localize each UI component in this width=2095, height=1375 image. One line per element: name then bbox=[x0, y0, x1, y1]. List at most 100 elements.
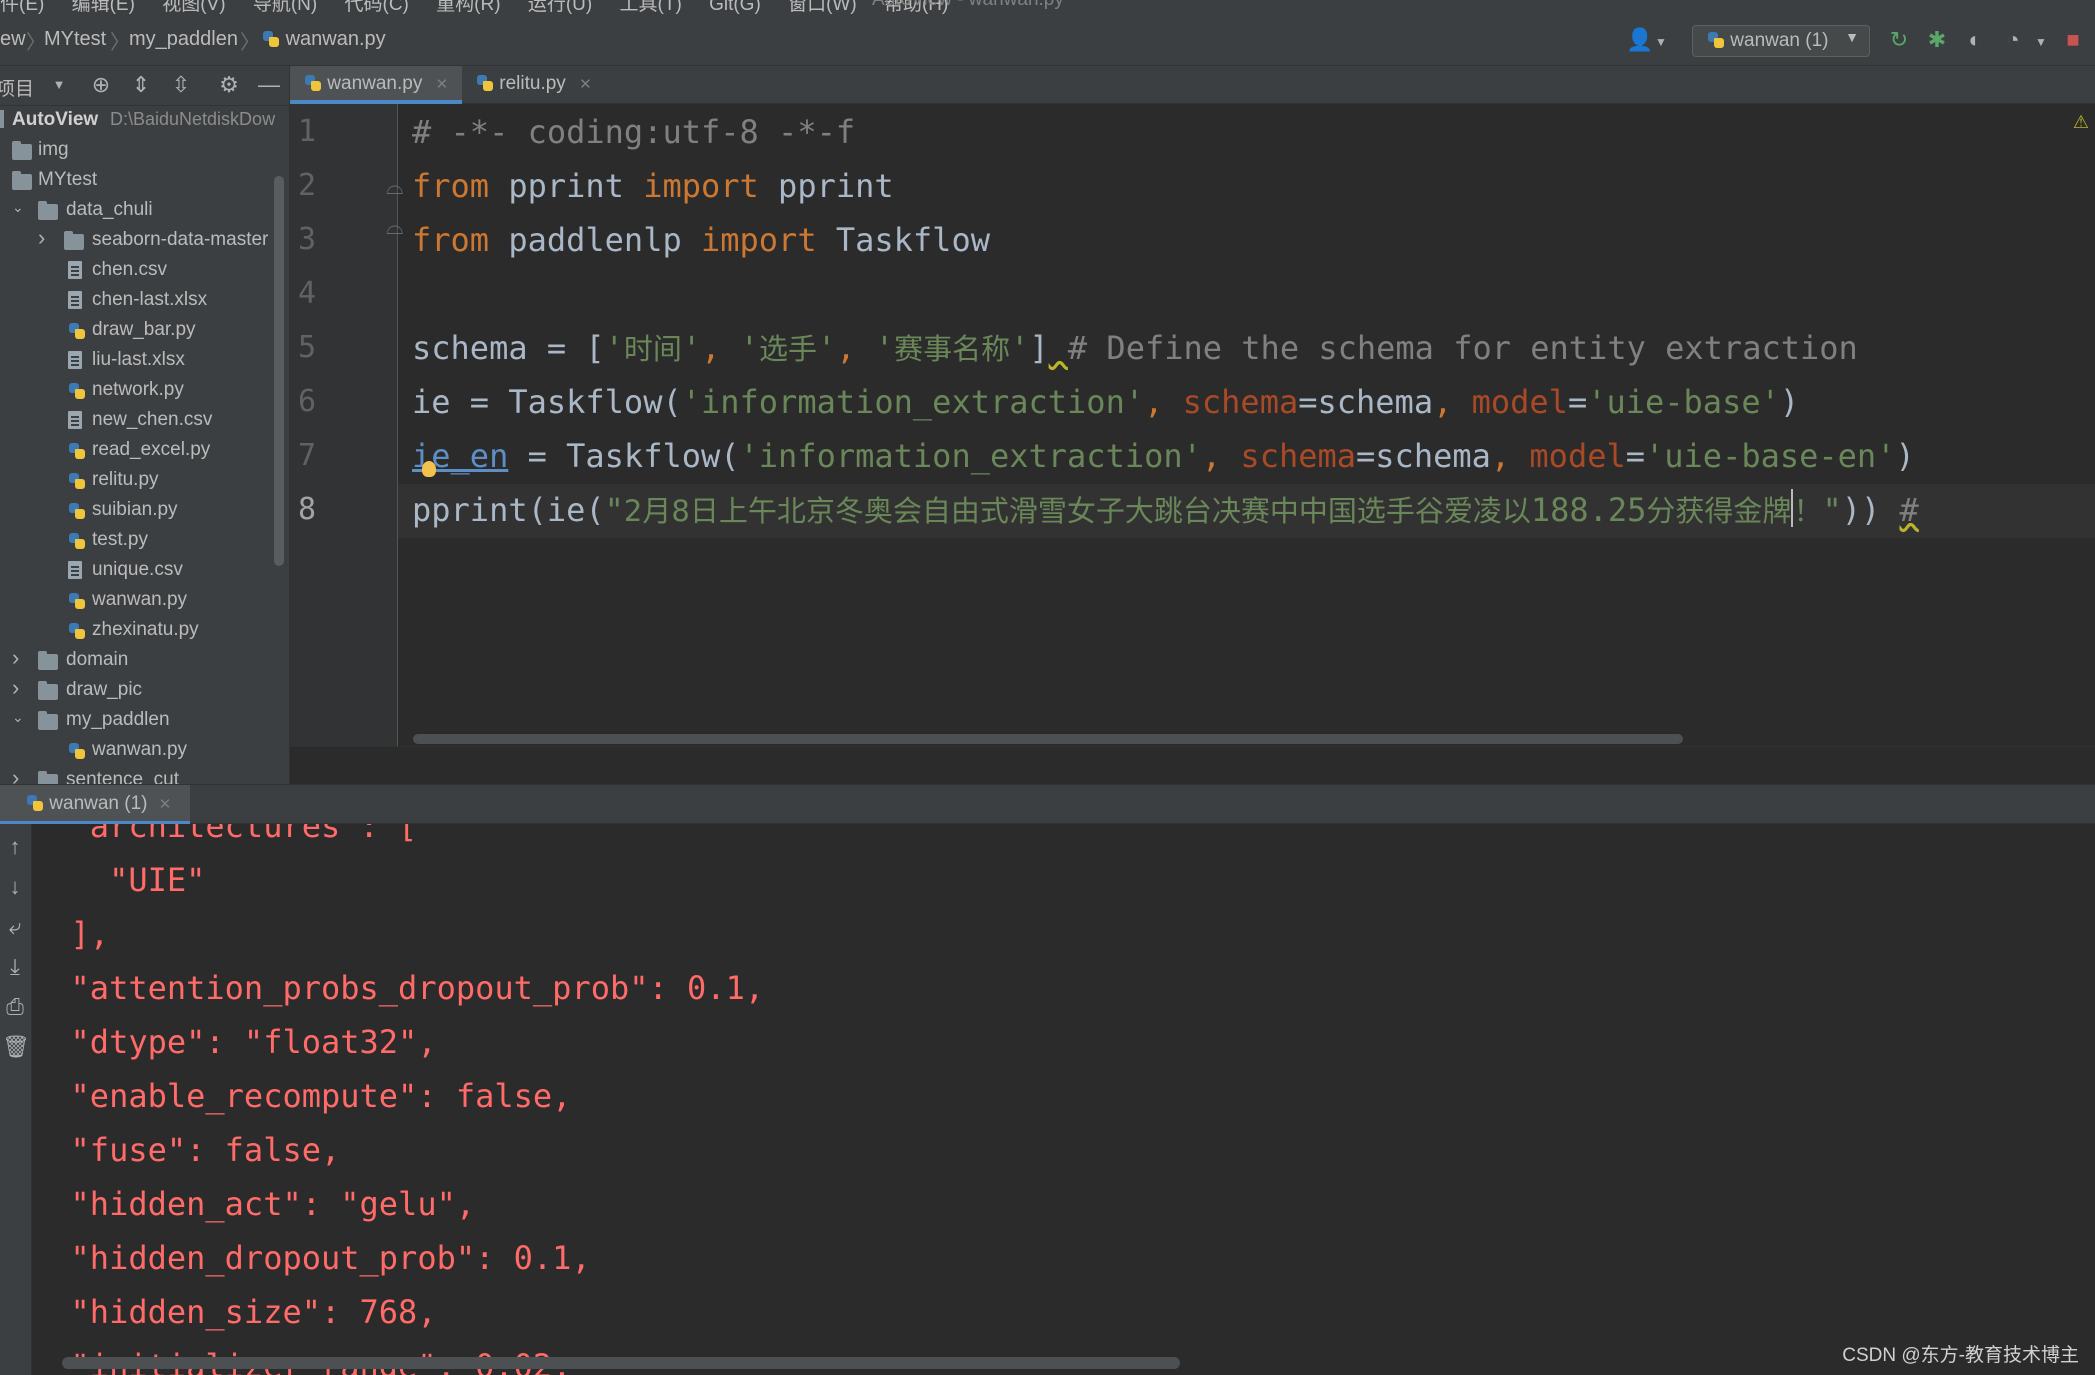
code-line-2: from pprint import pprint bbox=[412, 167, 894, 205]
tree-item-label: liu-last.xlsx bbox=[92, 349, 185, 370]
close-icon[interactable]: ✕ bbox=[436, 76, 449, 93]
folder-icon bbox=[64, 231, 84, 256]
console-line: "hidden_act": "gelu", bbox=[32, 1185, 476, 1223]
menu-item-navigate[interactable]: 导航(N) bbox=[253, 0, 317, 15]
tree-item[interactable]: › draw_pic bbox=[0, 675, 288, 706]
tree-item[interactable]: suibian.py bbox=[0, 496, 288, 526]
arrow-up-icon[interactable]: ↑ bbox=[2, 834, 28, 860]
tree-item[interactable]: relitu.py bbox=[0, 466, 288, 496]
file-icon bbox=[68, 411, 82, 435]
python-file-icon bbox=[68, 591, 86, 613]
tree-item[interactable]: unique.csv bbox=[0, 556, 288, 586]
breadcrumb-mytest[interactable]: MYtest bbox=[44, 28, 106, 51]
close-icon[interactable]: ✕ bbox=[579, 76, 592, 93]
tree-item[interactable]: › domain bbox=[0, 645, 288, 676]
chevron-down-icon[interactable]: ⌄ bbox=[12, 199, 24, 216]
tree-item[interactable]: ⌄ my_paddlen bbox=[0, 706, 288, 736]
trash-icon[interactable]: 🗑 bbox=[2, 1034, 30, 1060]
scroll-to-end-icon[interactable]: ⤓ bbox=[2, 954, 28, 980]
menu-item-git[interactable]: Git(G) bbox=[709, 0, 761, 15]
profile-icon[interactable]: ◔ bbox=[2000, 28, 2026, 52]
code-editor[interactable]: 1 2 3 4 5 6 7 8 ⌓ ⌓ # -*- coding:utf-8 -*-f fro… bbox=[290, 104, 2095, 746]
menu-item-window[interactable]: 窗口(W) bbox=[788, 0, 857, 15]
hide-minus-icon[interactable]: — bbox=[256, 72, 282, 98]
tree-item[interactable]: network.py bbox=[0, 376, 288, 406]
tree-item[interactable]: draw_bar.py bbox=[0, 316, 288, 346]
chevron-down-icon[interactable]: ▼ bbox=[1648, 30, 1674, 54]
fold-marker-icon[interactable]: ⌓ bbox=[386, 214, 403, 240]
tree-item[interactable]: wanwan.py bbox=[0, 586, 288, 616]
rerun-icon[interactable]: ↻ bbox=[1886, 28, 1912, 52]
tree-item[interactable]: › seaborn-data-master bbox=[0, 225, 288, 256]
warning-icon[interactable]: ⚠ bbox=[2073, 112, 2089, 133]
stop-icon[interactable]: ■ bbox=[2060, 28, 2086, 52]
line-number: 5 bbox=[298, 330, 317, 365]
tree-item[interactable]: chen.csv bbox=[0, 256, 288, 286]
menu-item-run[interactable]: 运行(U) bbox=[528, 0, 592, 15]
line-number: 2 bbox=[298, 168, 317, 203]
code-line-5: schema = ['时间', '选手', '赛事名称'] # Define t… bbox=[412, 329, 1858, 367]
debug-bug-icon[interactable]: ✱ bbox=[1924, 28, 1950, 52]
expand-all-icon[interactable]: ⇕ bbox=[128, 72, 154, 98]
tree-item[interactable]: zhexinatu.py bbox=[0, 616, 288, 646]
breadcrumb-view[interactable]: ew bbox=[0, 28, 26, 51]
tree-item-label: chen.csv bbox=[92, 259, 167, 280]
console-horizontal-scrollbar[interactable] bbox=[62, 1357, 1180, 1369]
tree-item[interactable]: img bbox=[0, 136, 288, 166]
tree-item[interactable]: MYtest bbox=[0, 166, 288, 196]
tree-item[interactable]: liu-last.xlsx bbox=[0, 346, 288, 376]
soft-wrap-icon[interactable]: ⤶ bbox=[2, 914, 28, 940]
chevron-down-icon[interactable]: ⌄ bbox=[12, 709, 24, 726]
editor-run-splitter[interactable] bbox=[290, 746, 2095, 784]
tree-item[interactable]: wanwan.py bbox=[0, 736, 288, 766]
run-configuration-select[interactable]: wanwan (1) ▼ bbox=[1692, 25, 1870, 57]
fold-marker-icon[interactable]: ⌓ bbox=[386, 174, 403, 200]
tree-item[interactable]: › sentence_cut bbox=[0, 765, 288, 784]
menu-item-edit[interactable]: 编辑(E) bbox=[72, 0, 135, 15]
code-line-8: pprint(ie("2月8日上午北京冬奥会自由式滑雪女子大跳台决赛中中国选手谷… bbox=[412, 489, 1919, 529]
line-number: 1 bbox=[298, 114, 317, 149]
collapse-all-icon[interactable]: ⇳ bbox=[168, 72, 194, 98]
tab-wanwan-py[interactable]: wanwan.py ✕ bbox=[290, 66, 462, 104]
tree-item[interactable]: ⌄ data_chuli bbox=[0, 196, 288, 226]
console-line: "UIE" bbox=[32, 861, 206, 899]
project-view-select[interactable]: 项目 bbox=[0, 74, 34, 101]
folder-icon bbox=[12, 141, 32, 166]
gear-icon[interactable]: ⚙ bbox=[216, 72, 242, 98]
tree-item[interactable]: test.py bbox=[0, 526, 288, 556]
locate-crosshair-icon[interactable]: ⊕ bbox=[88, 72, 114, 98]
console-output[interactable]: "architectures": [ "UIE" ], "attention_p… bbox=[32, 824, 2095, 1375]
tree-root-autoview[interactable]: AutoView D:\BaiduNetdiskDow bbox=[0, 106, 288, 136]
arrow-down-icon[interactable]: ↓ bbox=[2, 874, 28, 900]
coverage-shield-icon[interactable]: ◐ bbox=[1962, 28, 1988, 52]
code-line-1: # -*- coding:utf-8 -*-f bbox=[412, 113, 856, 151]
breadcrumb-my-paddlen[interactable]: my_paddlen bbox=[129, 28, 238, 51]
breadcrumb-file[interactable]: wanwan.py bbox=[262, 28, 386, 51]
chevron-down-icon[interactable]: ▼ bbox=[46, 77, 72, 92]
project-scrollbar[interactable] bbox=[274, 176, 284, 566]
menu-item-code[interactable]: 代码(C) bbox=[345, 0, 409, 15]
chevron-right-icon[interactable]: › bbox=[38, 225, 45, 251]
editor-tab-bar: wanwan.py ✕ relitu.py ✕ bbox=[290, 66, 2095, 104]
tab-relitu-py[interactable]: relitu.py ✕ bbox=[462, 66, 622, 104]
tree-item[interactable]: new_chen.csv bbox=[0, 406, 288, 436]
console-line: "architectures": [ bbox=[32, 824, 418, 845]
tree-item-label: suibian.py bbox=[92, 499, 178, 520]
menu-item-tools[interactable]: 工具(T) bbox=[620, 0, 682, 15]
breadcrumb-separator: 〉 bbox=[240, 32, 260, 54]
chevron-right-icon[interactable]: › bbox=[12, 675, 19, 701]
menu-item-view[interactable]: 视图(V) bbox=[162, 0, 225, 15]
tree-item[interactable]: read_excel.py bbox=[0, 436, 288, 466]
print-icon[interactable]: ⎙ bbox=[2, 994, 28, 1020]
chevron-right-icon[interactable]: › bbox=[12, 645, 19, 671]
menu-item-file[interactable]: 件(E) bbox=[0, 0, 44, 15]
tree-item-label: draw_bar.py bbox=[92, 319, 196, 340]
close-icon[interactable]: ✕ bbox=[159, 796, 172, 813]
chevron-down-icon[interactable]: ▼ bbox=[2028, 30, 2054, 54]
menu-item-refactor[interactable]: 重构(R) bbox=[436, 0, 500, 15]
editor-horizontal-scrollbar[interactable] bbox=[413, 734, 1683, 744]
tree-item[interactable]: chen-last.xlsx bbox=[0, 286, 288, 316]
run-tab-wanwan[interactable]: wanwan (1) ✕ bbox=[0, 785, 190, 825]
chevron-right-icon[interactable]: › bbox=[12, 765, 19, 784]
intention-bulb-icon[interactable] bbox=[422, 461, 436, 477]
